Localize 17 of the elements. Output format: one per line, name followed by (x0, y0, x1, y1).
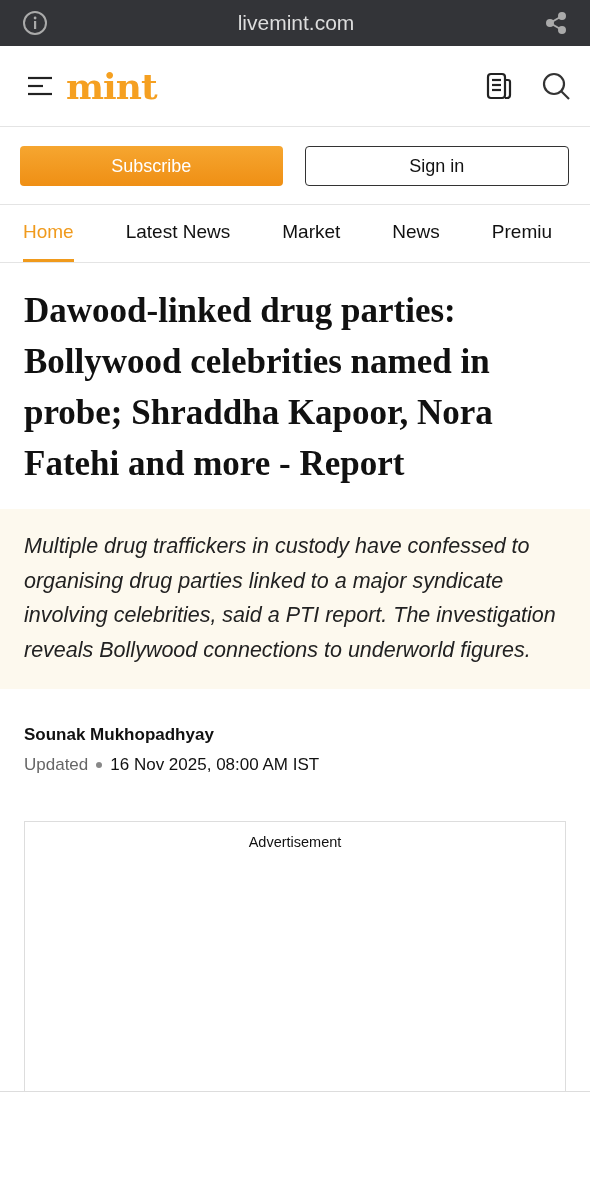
share-icon[interactable] (544, 11, 568, 35)
author-name[interactable]: Sounak Mukhopadhyay (0, 689, 590, 745)
nav-tab[interactable]: Latest News (125, 205, 231, 262)
sign-in-button[interactable]: Sign in (304, 146, 569, 186)
newspaper-icon[interactable] (486, 72, 512, 100)
search-icon[interactable] (542, 72, 570, 100)
advertisement-label: Advertisement (248, 834, 342, 850)
menu-icon[interactable] (28, 76, 54, 96)
separator-dot-icon (96, 762, 103, 768)
summary-text: Multiple drug traffickers in custody have confessed to organising drug parties linked to a major syndicate involving celebrities, said a PTI report. The investigation reveals Bollywood connections to underworld figures. (24, 533, 557, 664)
nav-tab[interactable]: Market (282, 205, 341, 262)
info-icon[interactable] (22, 10, 48, 36)
headline: Dawood-linked drug parties: Bollywood celebrities named in probe; Shraddha Kapoor, Nora Fatehi and more - Report (23, 290, 494, 485)
publish-date: 16 Nov 2025, 08:00 AM IST (110, 755, 320, 775)
nav-tab[interactable]: News (392, 205, 440, 262)
nav-tab[interactable]: Premiu (491, 205, 552, 262)
updated-label: Updated (24, 755, 89, 775)
